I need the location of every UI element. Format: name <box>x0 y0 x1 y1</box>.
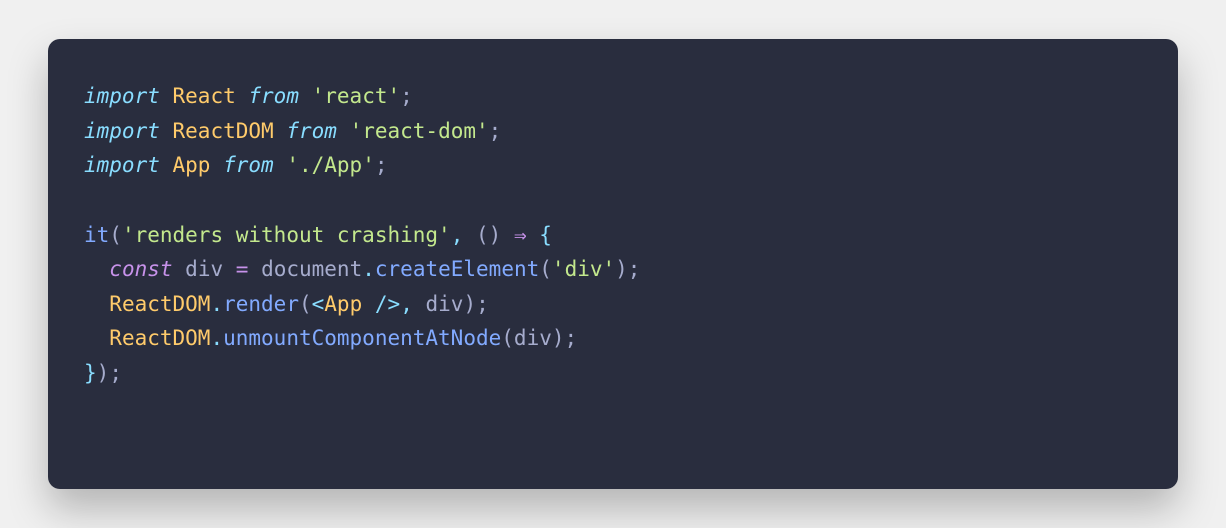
obj-document: document <box>261 257 362 281</box>
semicolon: ; <box>489 119 502 143</box>
brace-open: { <box>539 223 552 247</box>
string-app-path: './App' <box>286 153 375 177</box>
comma: , <box>400 292 413 316</box>
keyword-from: from <box>248 84 299 108</box>
keyword-import: import <box>84 84 160 108</box>
code-line-3: import App from './App'; <box>84 153 388 177</box>
dot: . <box>362 257 375 281</box>
keyword-import: import <box>84 153 160 177</box>
arg-div: div <box>426 292 464 316</box>
string-react: 'react' <box>312 84 401 108</box>
keyword-import: import <box>84 119 160 143</box>
paren-close: ) <box>489 223 502 247</box>
comma: , <box>451 223 464 247</box>
paren-open: ( <box>476 223 489 247</box>
obj-reactdom: ReactDOM <box>109 326 210 350</box>
keyword-from: from <box>286 119 337 143</box>
dot: . <box>210 326 223 350</box>
jsx-bracket-open: < <box>312 292 325 316</box>
code-block: import React from 'react'; import ReactD… <box>84 79 1142 391</box>
semicolon: ; <box>400 84 413 108</box>
paren-open: ( <box>501 326 514 350</box>
paren-close: ) <box>552 326 565 350</box>
code-line-9: }); <box>84 361 122 385</box>
code-line-6: const div = document.createElement('div'… <box>84 257 640 281</box>
keyword-from: from <box>223 153 274 177</box>
semicolon: ; <box>375 153 388 177</box>
method-unmount: unmountComponentAtNode <box>223 326 501 350</box>
fn-it: it <box>84 223 109 247</box>
string-div: 'div' <box>552 257 615 281</box>
dot: . <box>210 292 223 316</box>
identifier-app: App <box>173 153 211 177</box>
identifier-react: React <box>173 84 236 108</box>
semicolon: ; <box>109 361 122 385</box>
indent <box>84 292 109 316</box>
jsx-bracket-close: > <box>388 292 401 316</box>
code-line-1: import React from 'react'; <box>84 84 413 108</box>
indent <box>84 326 109 350</box>
code-card: import React from 'react'; import ReactD… <box>48 39 1178 489</box>
code-line-8: ReactDOM.unmountComponentAtNode(div); <box>84 326 577 350</box>
arrow-fn: ⇒ <box>514 223 527 247</box>
jsx-slash: / <box>375 292 388 316</box>
semicolon: ; <box>628 257 641 281</box>
op-equals: = <box>236 257 249 281</box>
paren-close: ) <box>97 361 110 385</box>
semicolon: ; <box>565 326 578 350</box>
code-line-2: import ReactDOM from 'react-dom'; <box>84 119 501 143</box>
paren-close: ) <box>463 292 476 316</box>
brace-close: } <box>84 361 97 385</box>
var-div: div <box>185 257 223 281</box>
semicolon: ; <box>476 292 489 316</box>
keyword-const: const <box>109 257 172 281</box>
jsx-tag-app: App <box>324 292 362 316</box>
code-line-5: it('renders without crashing', () ⇒ { <box>84 223 552 247</box>
paren-open: ( <box>539 257 552 281</box>
paren-open: ( <box>109 223 122 247</box>
method-render: render <box>223 292 299 316</box>
obj-reactdom: ReactDOM <box>109 292 210 316</box>
arg-div: div <box>514 326 552 350</box>
identifier-reactdom: ReactDOM <box>173 119 274 143</box>
method-createelement: createElement <box>375 257 539 281</box>
indent <box>84 257 109 281</box>
string-test-desc: 'renders without crashing' <box>122 223 451 247</box>
paren-close: ) <box>615 257 628 281</box>
paren-open: ( <box>299 292 312 316</box>
string-reactdom: 'react-dom' <box>350 119 489 143</box>
code-line-7: ReactDOM.render(<App />, div); <box>84 292 489 316</box>
